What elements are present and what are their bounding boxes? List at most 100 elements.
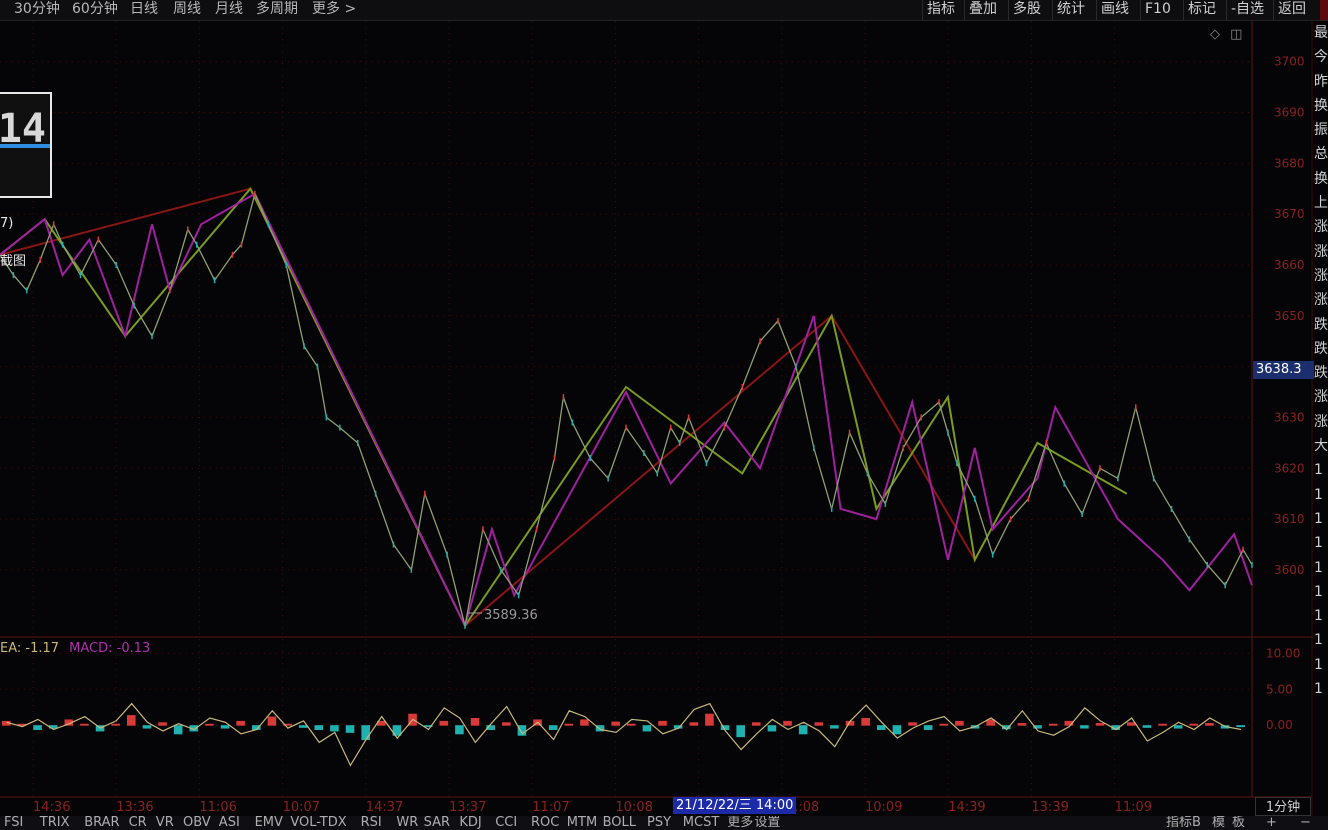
macd-histogram-bar — [111, 723, 120, 726]
tool-overlay-button[interactable]: 叠加 — [964, 0, 1001, 20]
time-axis: 14:36 13:36 11:06 10:07 14:37 13:37 11:07 10:08… — [33, 800, 1152, 815]
price-series-line — [0, 191, 1253, 626]
indicator-tab-cci[interactable]: CCI — [495, 816, 517, 830]
chart-grid — [0, 21, 1313, 817]
diamond-icon[interactable]: ◇ — [1210, 27, 1220, 42]
indicator-tab-bar: FSI TRIX BRAR CR VR OBV ASI EMV VOL-TDX RSI WR SAR K… — [0, 816, 1328, 830]
indicator-tab-sar[interactable]: SAR — [424, 816, 450, 830]
kline-chart[interactable]: 3600361036203630364036503660367036803690… — [0, 21, 1328, 817]
time-tick-label: 10:07 — [283, 800, 320, 815]
overlay-text-1: 7) — [0, 216, 14, 231]
macd-histogram-bar — [33, 725, 42, 730]
indicator-right-item[interactable]: 板 — [1232, 816, 1245, 830]
macd-histogram-bar — [127, 715, 136, 726]
quote-info-label: 涨 — [1314, 267, 1328, 284]
macd-histogram-bar — [627, 723, 636, 726]
tool-f10-button[interactable]: F10 — [1140, 0, 1175, 20]
macd-histogram-bar — [955, 720, 964, 726]
indicator-tab-vol-tdx[interactable]: VOL-TDX — [290, 816, 346, 830]
time-tick-label: 13:36 — [116, 800, 153, 815]
indicator-right-item[interactable]: − — [1300, 816, 1311, 830]
current-price-badge: 3638.3 — [1253, 361, 1314, 379]
indicator-tab-wr[interactable]: WR — [396, 816, 418, 830]
indicator-tab-vr[interactable]: VR — [156, 816, 174, 830]
tab-monthly[interactable]: 月线 — [215, 0, 243, 18]
macd-histogram-bar — [1236, 725, 1245, 728]
panel-toggle-icon[interactable]: ◫ — [1230, 27, 1242, 42]
overlay-text-screenshot[interactable]: 截图 — [0, 250, 26, 269]
time-tick-label: 13:37 — [449, 800, 486, 815]
quote-info-label: 今 — [1314, 49, 1328, 66]
indicator-tab-rsi[interactable]: RSI — [361, 816, 382, 830]
indicator-right-item[interactable]: 指标B — [1166, 816, 1201, 830]
indicator-tab-kdj[interactable]: KDJ — [459, 816, 481, 830]
indicator-tab-cr[interactable]: CR — [129, 816, 147, 830]
quote-info-label: 1 — [1314, 583, 1323, 600]
indicator-tab-fsi[interactable]: FSI — [4, 816, 23, 830]
indicator-tab-roc[interactable]: ROC — [531, 816, 559, 830]
tool-multi-stock-button[interactable]: 多股 — [1008, 0, 1045, 20]
indicator-tab-更多[interactable]: 更多 — [727, 816, 753, 830]
tool-indicator-button[interactable]: 指标 — [922, 0, 959, 20]
quote-info-label: 涨 — [1314, 413, 1328, 430]
tool-mark-button[interactable]: 标记 — [1183, 0, 1220, 20]
macd-histogram-bar — [439, 720, 449, 726]
quote-info-label: 1 — [1314, 681, 1323, 698]
quote-info-label: 涨 — [1314, 292, 1328, 309]
macd-histogram-bar — [470, 718, 480, 726]
price-line — [0, 190, 1253, 629]
quote-info-label: 1 — [1314, 486, 1323, 503]
macd-histogram-bar — [158, 722, 167, 726]
indicator-tab-mcst[interactable]: MCST — [683, 816, 720, 830]
macd-histogram-bar — [1080, 725, 1089, 729]
indicator-right-item[interactable]: + — [1266, 816, 1277, 830]
macd-histogram-bar — [330, 725, 339, 732]
macd-value: MACD: -0.13 — [69, 641, 151, 656]
tab-30min[interactable]: 30分钟 — [14, 0, 60, 18]
macd-histogram-bar — [220, 725, 230, 729]
time-tick-label: 14:37 — [366, 800, 403, 815]
tab-weekly[interactable]: 周线 — [173, 0, 201, 18]
macd-histogram-bar — [1142, 725, 1152, 728]
indicator-tab-psy[interactable]: PSY — [647, 816, 671, 830]
tab-more[interactable]: 更多 > — [312, 0, 356, 18]
indicator-tab-boll[interactable]: BOLL — [603, 816, 636, 830]
price-tick-label: 3690 — [1274, 105, 1305, 119]
quote-info-labels: 最今昨换振总换上涨涨涨涨跌跌跌涨涨大1111111111 — [1314, 21, 1328, 701]
tool-statistics-button[interactable]: 统计 — [1052, 0, 1089, 20]
zigzag-green-line — [0, 186, 1128, 628]
tool-back-button[interactable]: 返回 — [1273, 0, 1310, 20]
macd-histogram-bar — [798, 725, 808, 735]
indicator-tab-emv[interactable]: EMV — [255, 816, 283, 830]
macd-histogram-bar — [455, 725, 464, 735]
indicator-right-item[interactable]: 模 — [1212, 816, 1225, 830]
tab-60min[interactable]: 60分钟 — [72, 0, 118, 18]
indicator-tab-obv[interactable]: OBV — [183, 816, 211, 830]
indicator-tab-设置[interactable]: 设置 — [754, 816, 780, 830]
period-badge[interactable]: 1分钟 — [1255, 797, 1311, 816]
indicator-tab-brar[interactable]: BRAR — [84, 816, 119, 830]
tab-daily[interactable]: 日线 — [130, 0, 158, 18]
macd-histogram-bar — [830, 725, 839, 729]
time-tick-label: 10:09 — [865, 800, 902, 815]
tool-watchlist-button[interactable]: -自选 — [1226, 0, 1268, 20]
indicator-tab-asi[interactable]: ASI — [219, 816, 240, 830]
tab-multi-period[interactable]: 多周期 — [256, 0, 298, 18]
tool-draw-line-button[interactable]: 画线 — [1096, 0, 1133, 20]
macd-histogram-bar — [861, 718, 870, 726]
macd-histogram-bar — [564, 723, 574, 726]
macd-histogram-bar — [892, 725, 902, 735]
quote-info-label: 跌 — [1314, 340, 1328, 357]
indicator-tab-mtm[interactable]: MTM — [567, 816, 597, 830]
macd-histogram-bar — [767, 725, 777, 732]
indicator-tab-trix[interactable]: TRIX — [40, 816, 70, 830]
macd-histogram-bar — [236, 720, 245, 726]
quote-info-label: 跌 — [1314, 316, 1328, 333]
macd-histogram-bar — [502, 722, 511, 726]
period-toolbar: 30分钟 60分钟 日线 周线 月线 多周期 更多 > 指标 叠加 多股 统计 … — [0, 0, 1328, 21]
screenshot-thumbnail[interactable]: 14 — [0, 92, 52, 198]
time-tick-label: 10:08 — [615, 800, 652, 815]
macd-histogram-bar — [908, 722, 917, 726]
quote-info-label: 1 — [1314, 535, 1323, 552]
price-tick-label: 3610 — [1274, 512, 1305, 526]
